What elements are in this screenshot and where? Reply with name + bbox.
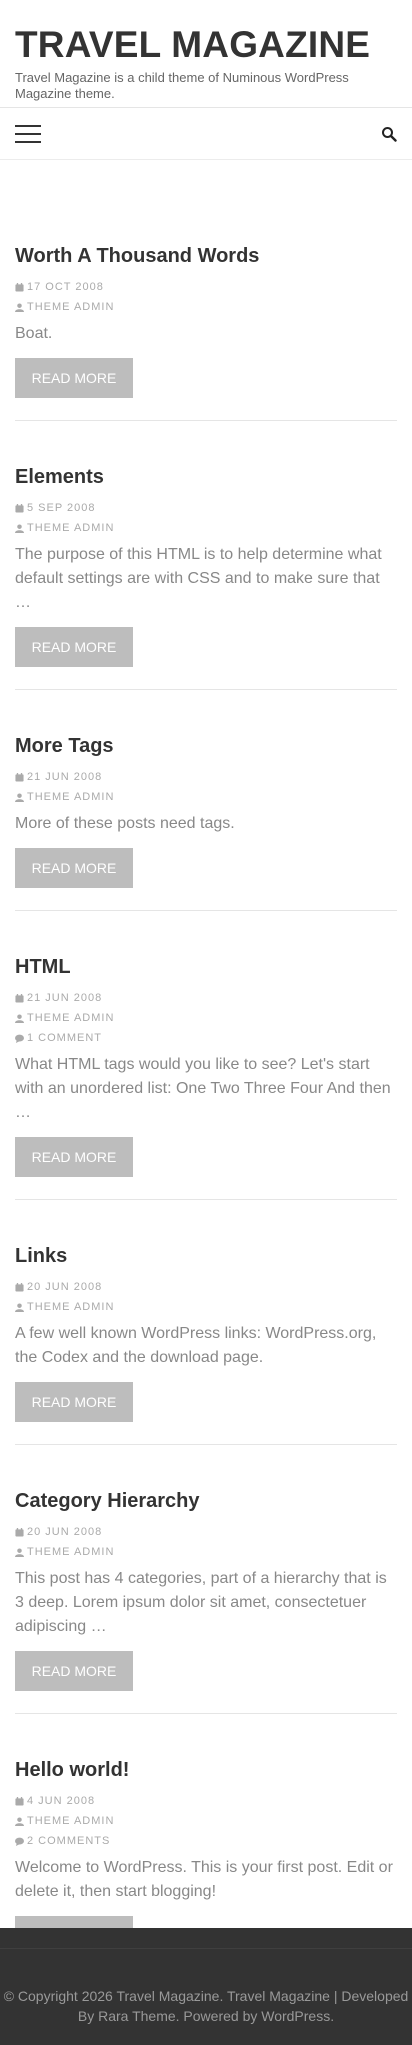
post-excerpt: Boat. [15, 325, 53, 342]
post-author[interactable]: THEME ADMIN [15, 1011, 397, 1025]
post-author[interactable]: THEME ADMIN [15, 1545, 397, 1559]
comment-icon [15, 1034, 27, 1043]
post-excerpt: The purpose of this HTML is to help dete… [15, 546, 382, 611]
post-title[interactable]: More Tags [15, 734, 397, 758]
comment-icon [15, 1837, 27, 1846]
calendar-icon [15, 503, 27, 513]
calendar-icon [15, 772, 27, 782]
footer-divider [0, 1948, 412, 1949]
post-entry: Worth A Thousand Words 17 OCT 2008 THEME A… [15, 160, 397, 421]
post-title[interactable]: Worth A Thousand Words [15, 244, 397, 268]
search-icon[interactable] [381, 126, 397, 142]
post-author[interactable]: THEME ADMIN [15, 300, 397, 314]
calendar-icon [15, 282, 27, 292]
post-author[interactable]: THEME ADMIN [15, 790, 397, 804]
hamburger-menu-icon[interactable] [15, 124, 41, 143]
post-title[interactable]: Hello world! [15, 1758, 397, 1782]
site-description: Travel Magazine is a child theme of Numi… [15, 70, 349, 101]
post-comments[interactable]: 1 COMMENT [15, 1031, 397, 1045]
calendar-icon [15, 993, 27, 1003]
post-excerpt: What HTML tags would you like to see? Le… [15, 1056, 391, 1121]
calendar-icon [15, 1796, 27, 1806]
site-title[interactable]: TRAVEL MAGAZINE [15, 24, 397, 66]
read-more-button[interactable]: READ MORE [15, 1382, 133, 1422]
site-header: TRAVEL MAGAZINE Travel Magazine is a chi… [0, 0, 412, 108]
site-footer: © Copyright 2026 Travel Magazine. Travel… [0, 1928, 412, 2045]
post-excerpt: More of these posts need tags. [15, 815, 235, 832]
post-title[interactable]: Category Hierarchy [15, 1489, 397, 1513]
post-title[interactable]: HTML [15, 955, 397, 979]
read-more-button[interactable]: READ MORE [15, 848, 133, 888]
post-excerpt: Welcome to WordPress. This is your first… [15, 1859, 393, 1900]
user-icon [15, 302, 27, 312]
post-date[interactable]: 21 JUN 2008 [15, 991, 397, 1005]
read-more-button[interactable]: READ MORE [15, 1651, 133, 1691]
post-date[interactable]: 4 JUN 2008 [15, 1794, 397, 1808]
post-entry: Elements 5 SEP 2008 THEME ADMIN The purpose… [15, 421, 397, 690]
post-date[interactable]: 20 JUN 2008 [15, 1525, 397, 1539]
calendar-icon [15, 1527, 27, 1537]
calendar-icon [15, 1282, 27, 1292]
post-author[interactable]: THEME ADMIN [15, 1300, 397, 1314]
user-icon [15, 1816, 27, 1826]
post-title[interactable]: Elements [15, 465, 397, 489]
user-icon [15, 792, 27, 802]
post-date[interactable]: 5 SEP 2008 [15, 501, 397, 515]
user-icon [15, 1547, 27, 1557]
post-title[interactable]: Links [15, 1244, 397, 1268]
post-author[interactable]: THEME ADMIN [15, 1814, 397, 1828]
user-icon [15, 1302, 27, 1312]
post-comments[interactable]: 2 COMMENTS [15, 1834, 397, 1848]
post-entry: Category Hierarchy 20 JUN 2008 THEME ADMIN… [15, 1445, 397, 1714]
read-more-button[interactable]: READ MORE [15, 1137, 133, 1177]
post-date[interactable]: 17 OCT 2008 [15, 280, 397, 294]
post-excerpt: This post has 4 categories, part of a hi… [15, 1570, 387, 1635]
post-entry: More Tags 21 JUN 2008 THEME ADMIN More of t… [15, 690, 397, 911]
post-author[interactable]: THEME ADMIN [15, 521, 397, 535]
user-icon [15, 523, 27, 533]
post-entry: Links 20 JUN 2008 THEME ADMIN A few well kn… [15, 1200, 397, 1445]
read-more-button[interactable]: READ MORE [15, 358, 133, 398]
post-excerpt: A few well known WordPress links: WordPr… [15, 1325, 377, 1366]
user-icon [15, 1013, 27, 1023]
post-date[interactable]: 20 JUN 2008 [15, 1280, 397, 1294]
read-more-button[interactable]: READ MORE [15, 627, 133, 667]
post-list: Worth A Thousand Words 17 OCT 2008 THEME A… [0, 160, 412, 1979]
post-entry: HTML 21 JUN 2008 THEME ADMIN 1 COMMENT What … [15, 911, 397, 1200]
navigation-bar [0, 108, 412, 160]
footer-copyright: © Copyright 2026 Travel Magazine. Travel… [3, 1988, 409, 2024]
post-date[interactable]: 21 JUN 2008 [15, 770, 397, 784]
